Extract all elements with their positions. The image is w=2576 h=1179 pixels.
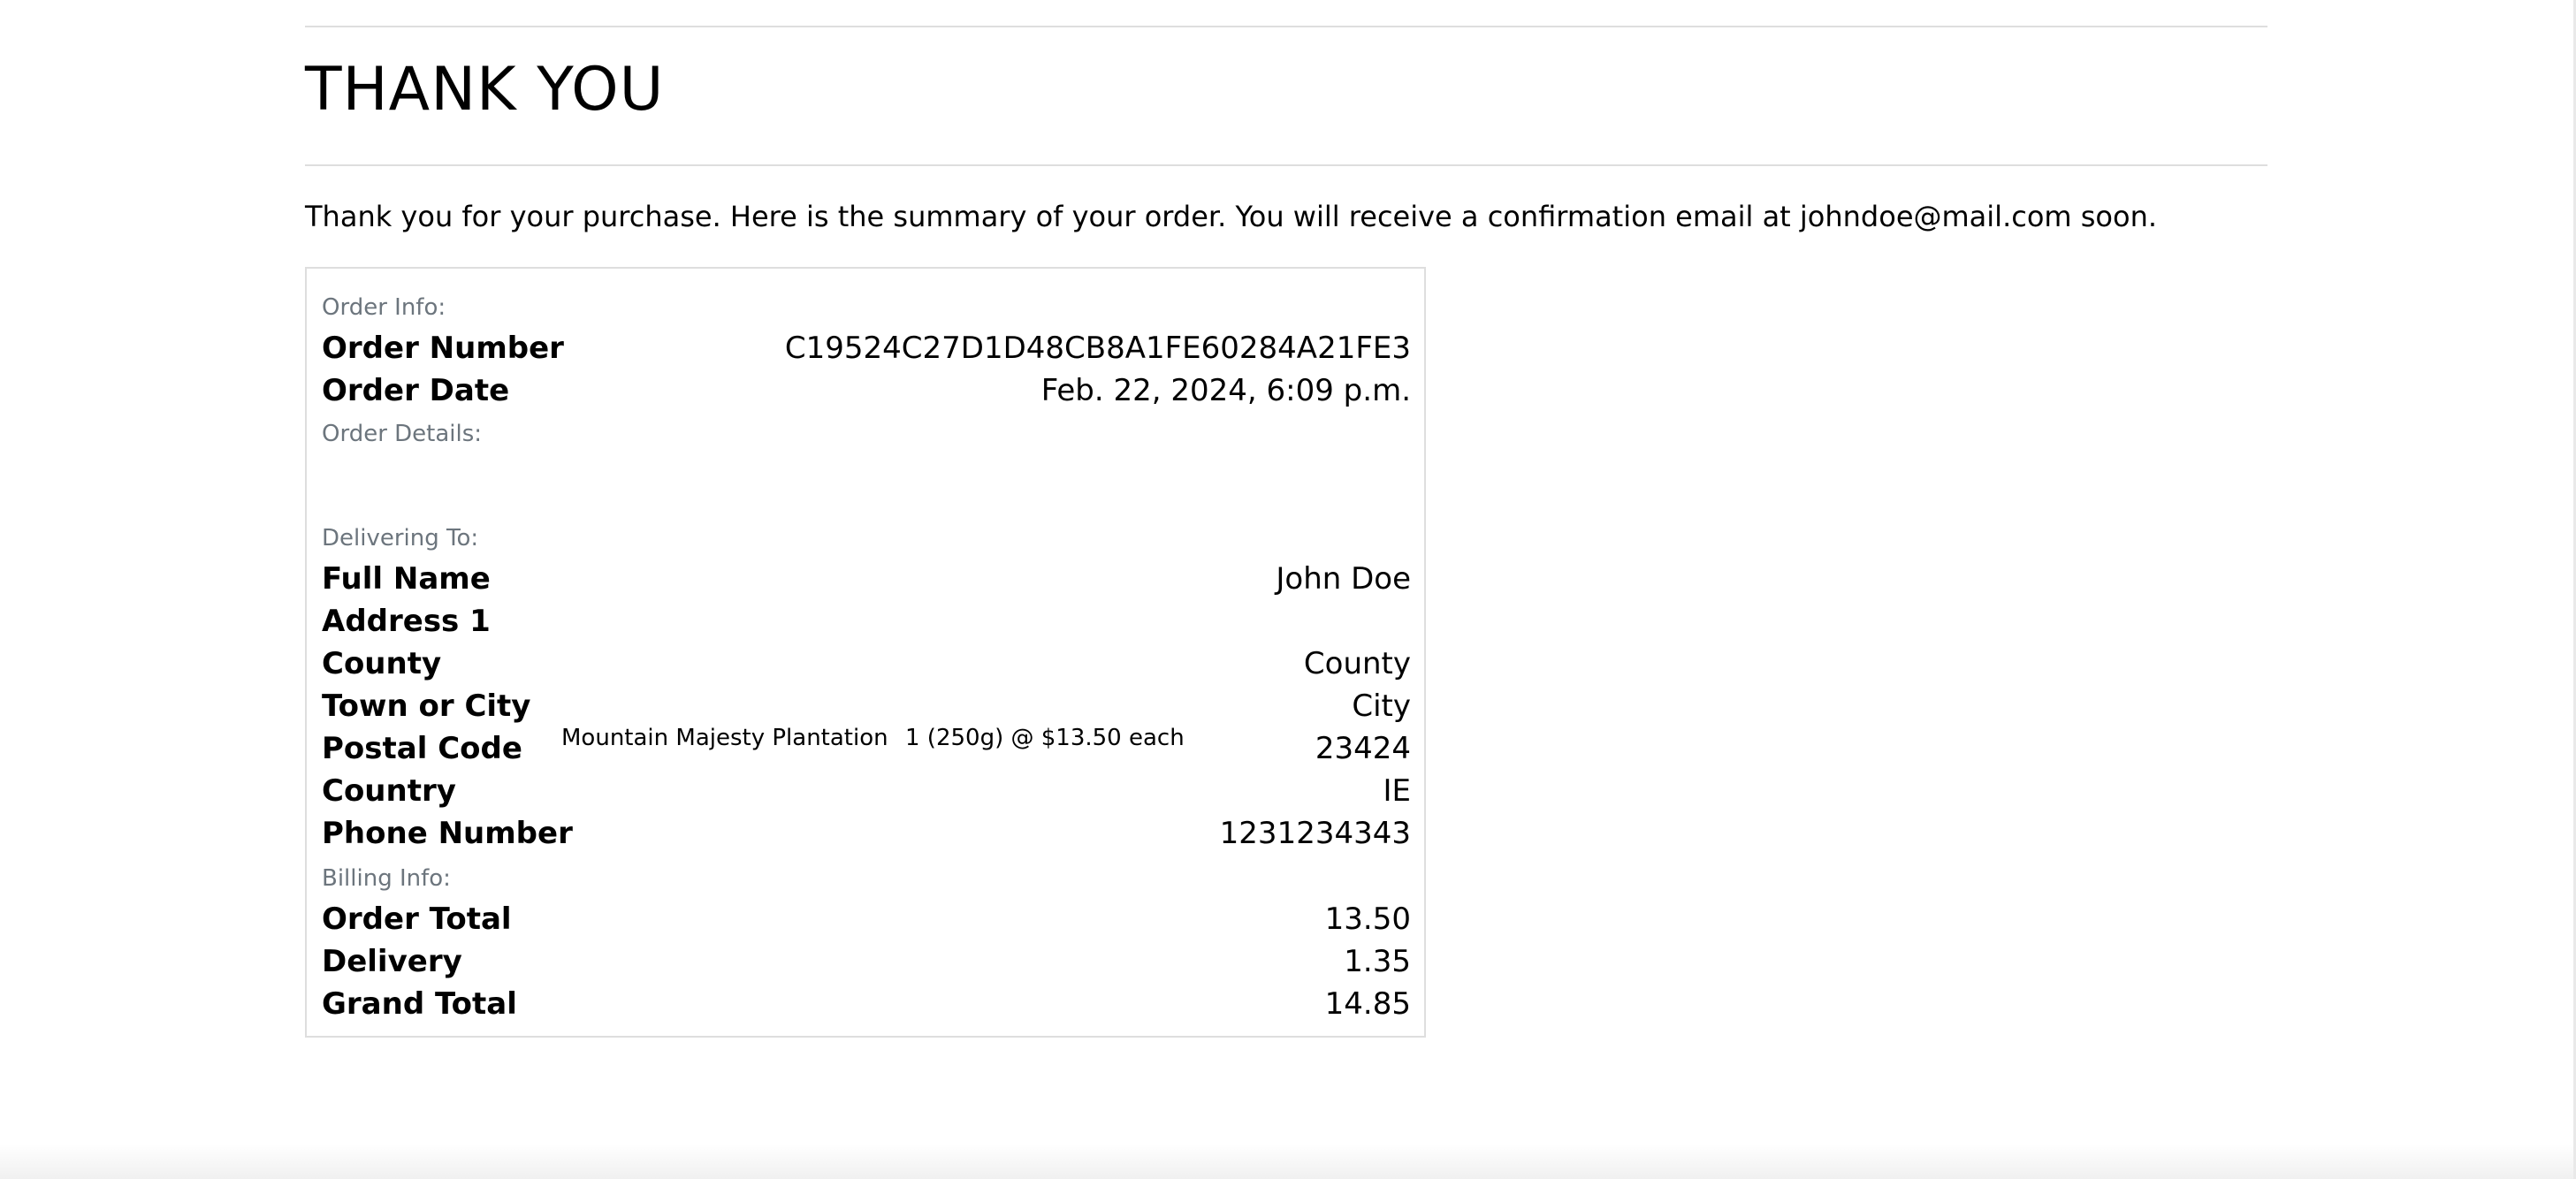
- confirmation-message: Thank you for your purchase. Here is the…: [305, 200, 2158, 233]
- order-details-heading: Order Details:: [322, 421, 483, 447]
- order-info-heading: Order Info:: [322, 294, 446, 321]
- country-row: Country IE: [322, 772, 1411, 810]
- order-number-label: Order Number: [322, 331, 564, 366]
- billing-info-heading: Billing Info:: [322, 865, 451, 892]
- address1-row: Address 1: [322, 602, 1411, 641]
- phone-row: Phone Number 1231234343: [322, 814, 1411, 853]
- delivery-cost-label: Delivery: [322, 944, 462, 979]
- county-value: County: [1303, 646, 1411, 681]
- page-title: THANK YOU: [305, 55, 665, 125]
- grand-total-value: 14.85: [1324, 986, 1411, 1022]
- order-total-value: 13.50: [1324, 901, 1411, 937]
- delivering-to-heading: Delivering To:: [322, 525, 479, 551]
- postal-code-row: Postal Code 23424: [322, 729, 1411, 768]
- phone-label: Phone Number: [322, 816, 573, 851]
- footer-shadow: [0, 1144, 2576, 1179]
- title-divider: [305, 164, 2267, 166]
- grand-total-row: Grand Total 14.85: [322, 985, 1411, 1023]
- town-label: Town or City: [322, 688, 531, 724]
- order-number-value: C19524C27D1D48CB8A1FE60284A21FE3: [784, 331, 1411, 366]
- address1-label: Address 1: [322, 604, 491, 639]
- country-value: IE: [1383, 773, 1411, 809]
- town-row: Town or City City: [322, 687, 1411, 726]
- order-total-label: Order Total: [322, 901, 512, 937]
- country-label: Country: [322, 773, 456, 809]
- county-label: County: [322, 646, 442, 681]
- full-name-row: Full Name John Doe: [322, 559, 1411, 598]
- order-date-row: Order Date Feb. 22, 2024, 6:09 p.m.: [322, 371, 1411, 410]
- order-total-row: Order Total 13.50: [322, 900, 1411, 939]
- phone-value: 1231234343: [1219, 816, 1411, 851]
- checkout-success-page: THANK YOU Thank you for your purchase. H…: [0, 0, 2576, 1179]
- order-number-row: Order Number C19524C27D1D48CB8A1FE60284A…: [322, 329, 1411, 368]
- delivery-cost-row: Delivery 1.35: [322, 942, 1411, 981]
- order-summary-box: Order Info: Order Number C19524C27D1D48C…: [305, 267, 1426, 1038]
- county-row: County County: [322, 644, 1411, 683]
- order-date-value: Feb. 22, 2024, 6:09 p.m.: [1040, 373, 1411, 408]
- full-name-value: John Doe: [1276, 561, 1411, 597]
- full-name-label: Full Name: [322, 561, 491, 597]
- delivery-cost-value: 1.35: [1344, 944, 1411, 979]
- postal-code-value: 23424: [1315, 731, 1411, 766]
- order-date-label: Order Date: [322, 373, 510, 408]
- grand-total-label: Grand Total: [322, 986, 517, 1022]
- postal-code-label: Postal Code: [322, 731, 522, 766]
- top-divider: [305, 26, 2267, 27]
- town-value: City: [1352, 688, 1411, 724]
